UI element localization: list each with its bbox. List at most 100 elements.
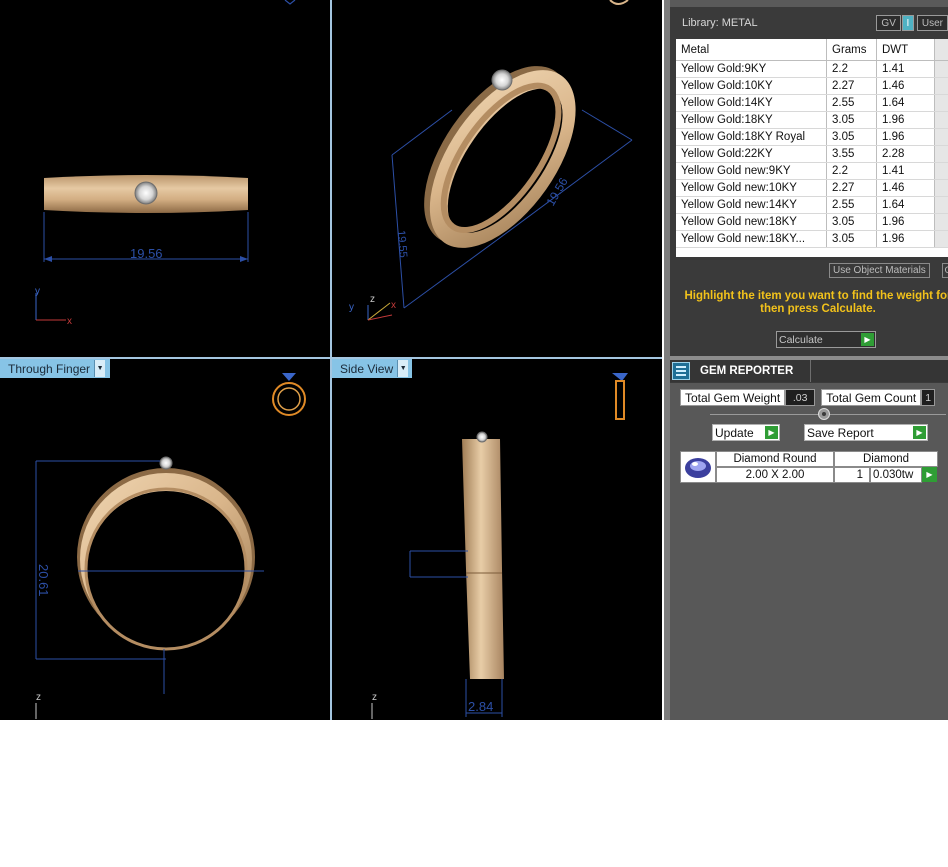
viewport-through-finger[interactable]: 20.61 z Through Finger ▼ — [0, 359, 330, 720]
gem-size: 2.00 X 2.00 — [716, 467, 834, 483]
cell-grams: 3.05 — [827, 129, 877, 145]
gem-shape: Diamond Round — [716, 451, 834, 467]
cell-grams: 2.2 — [827, 61, 877, 77]
cell-grams: 2.55 — [827, 197, 877, 213]
table-row[interactable]: Yellow Gold new:18KY... 3.05 1.96 — [676, 231, 948, 248]
viewport-divider-horizontal[interactable] — [0, 357, 662, 359]
diamond-front — [134, 181, 158, 205]
dropdown-arrow-icon[interactable]: ▼ — [94, 360, 106, 377]
cell-dwt: 1.96 — [877, 112, 935, 128]
ring-side-profile — [462, 439, 504, 679]
use-object-materials-button[interactable]: Use Object Materials — [829, 263, 930, 278]
cell-dwt: 1.96 — [877, 231, 935, 247]
total-gem-count-value: 1 — [921, 389, 936, 406]
table-row[interactable]: Yellow Gold:22KY 3.55 2.28 — [676, 146, 948, 163]
column-header-dwt[interactable]: DWT — [877, 39, 935, 60]
cell-metal: Yellow Gold:18KY — [676, 112, 827, 128]
table-row[interactable]: Yellow Gold:9KY 2.2 1.41 — [676, 61, 948, 78]
cell-metal: Yellow Gold new:10KY — [676, 180, 827, 196]
gem-reporter-icon[interactable] — [672, 362, 690, 380]
cell-dwt: 1.96 — [877, 214, 935, 230]
cell-metal: Yellow Gold:22KY — [676, 146, 827, 162]
total-gem-weight-label: Total Gem Weight — [680, 389, 786, 406]
table-scrollbar[interactable] — [935, 112, 948, 128]
table-scrollbar[interactable] — [935, 39, 948, 60]
viewport-perspective[interactable]: 19.56 19.55 y z x — [332, 0, 662, 357]
table-scrollbar[interactable] — [935, 146, 948, 162]
gv-button[interactable]: GV — [876, 15, 901, 31]
table-row[interactable]: Yellow Gold:18KY 3.05 1.96 — [676, 112, 948, 129]
total-gem-count-label: Total Gem Count — [821, 389, 922, 406]
library-title: Library: METAL — [682, 17, 758, 29]
viewport-divider-vertical[interactable] — [330, 0, 332, 720]
table-row[interactable]: Yellow Gold:14KY 2.55 1.64 — [676, 95, 948, 112]
cell-metal: Yellow Gold new:9KY — [676, 163, 827, 179]
table-row[interactable]: Yellow Gold new:9KY 2.2 1.41 — [676, 163, 948, 180]
table-scrollbar[interactable] — [935, 231, 948, 247]
play-icon: ▶ — [765, 426, 778, 439]
total-gem-weight-value: .03 — [785, 389, 816, 406]
cell-dwt: 1.46 — [877, 180, 935, 196]
save-report-button[interactable]: Save Report ▶ — [804, 424, 928, 441]
gem-row[interactable]: Diamond Round Diamond 2.00 X 2.00 1 0.03… — [716, 451, 938, 483]
front-view-canvas: 19.56 y x — [35, 0, 296, 327]
table-row[interactable]: Yellow Gold:18KY Royal 3.05 1.96 — [676, 129, 948, 146]
metal-table[interactable]: Metal Grams DWT Yellow Gold:9KY 2.2 1.41 Ye… — [676, 39, 948, 257]
app-window: 19.56 y x 19.56 19.55 y z x 20.61 z Thro… — [0, 0, 948, 867]
view-tab-through-finger[interactable]: Through Finger ▼ — [0, 359, 110, 378]
dimension-label: 19.56 — [130, 246, 163, 261]
cell-metal: Yellow Gold:18KY Royal — [676, 129, 827, 145]
cell-metal: Yellow Gold:14KY — [676, 95, 827, 111]
table-scrollbar[interactable] — [935, 180, 948, 196]
cell-dwt: 1.41 — [877, 61, 935, 77]
cell-grams: 3.05 — [827, 214, 877, 230]
use-object-materials-toggle[interactable]: O — [942, 263, 948, 278]
view-tab-label: Side View — [340, 361, 394, 376]
cell-dwt: 1.64 — [877, 95, 935, 111]
view-tab-side[interactable]: Side View ▼ — [332, 359, 412, 378]
gem-weight: 0.030tw — [870, 467, 922, 483]
axis-y: y — [349, 302, 354, 313]
play-icon[interactable]: ▶ — [922, 467, 937, 482]
viewport-side[interactable]: 2.84 z Side View ▼ — [332, 359, 662, 720]
axis-y: y — [35, 286, 40, 297]
viewport-front[interactable]: 19.56 y x — [0, 0, 330, 357]
gv-label: GV — [881, 17, 896, 29]
view-cube-fragment — [284, 0, 296, 5]
gem-slider-handle[interactable] — [818, 408, 830, 420]
axis-z: z — [372, 692, 377, 703]
column-header-grams[interactable]: Grams — [827, 39, 877, 60]
table-scrollbar[interactable] — [935, 95, 948, 111]
column-header-metal[interactable]: Metal — [676, 39, 827, 60]
use-object-materials-label: Use Object Materials — [833, 265, 926, 276]
user-button[interactable]: User — [916, 15, 948, 31]
gem-stats: Total Gem Weight .03 Total Gem Count 1 — [680, 389, 936, 406]
cell-metal: Yellow Gold new:18KY — [676, 214, 827, 230]
table-row[interactable]: Yellow Gold new:14KY 2.55 1.64 — [676, 197, 948, 214]
table-scrollbar[interactable] — [935, 61, 948, 77]
cell-dwt: 1.96 — [877, 129, 935, 145]
side-view-icon — [612, 373, 628, 420]
calculate-button[interactable]: Calculate ▶ — [776, 331, 876, 348]
gem-reporter-body: Total Gem Weight .03 Total Gem Count 1 U… — [670, 383, 948, 720]
ring-view-icon — [272, 373, 306, 416]
cell-grams: 3.05 — [827, 231, 877, 247]
table-scrollbar[interactable] — [935, 78, 948, 94]
table-row[interactable]: Yellow Gold new:10KY 2.27 1.46 — [676, 180, 948, 197]
update-button[interactable]: Update ▶ — [712, 424, 780, 441]
cell-grams: 2.27 — [827, 78, 877, 94]
gem-material: Diamond — [834, 451, 938, 467]
dropdown-arrow-icon[interactable]: ▼ — [397, 360, 409, 377]
cell-grams: 2.27 — [827, 180, 877, 196]
table-scrollbar[interactable] — [935, 214, 948, 230]
panel-top-strip — [670, 0, 948, 7]
table-scrollbar[interactable] — [935, 129, 948, 145]
table-scrollbar[interactable] — [935, 163, 948, 179]
gem-table[interactable]: Diamond Round Diamond 2.00 X 2.00 1 0.03… — [680, 451, 946, 483]
gem-reporter-tab-strip — [810, 360, 940, 382]
table-scrollbar[interactable] — [935, 197, 948, 213]
info-icon[interactable]: I — [901, 15, 914, 31]
table-row[interactable]: Yellow Gold:10KY 2.27 1.46 — [676, 78, 948, 95]
table-row[interactable]: Yellow Gold new:18KY 3.05 1.96 — [676, 214, 948, 231]
dimension-label-b: 19.55 — [395, 230, 409, 258]
